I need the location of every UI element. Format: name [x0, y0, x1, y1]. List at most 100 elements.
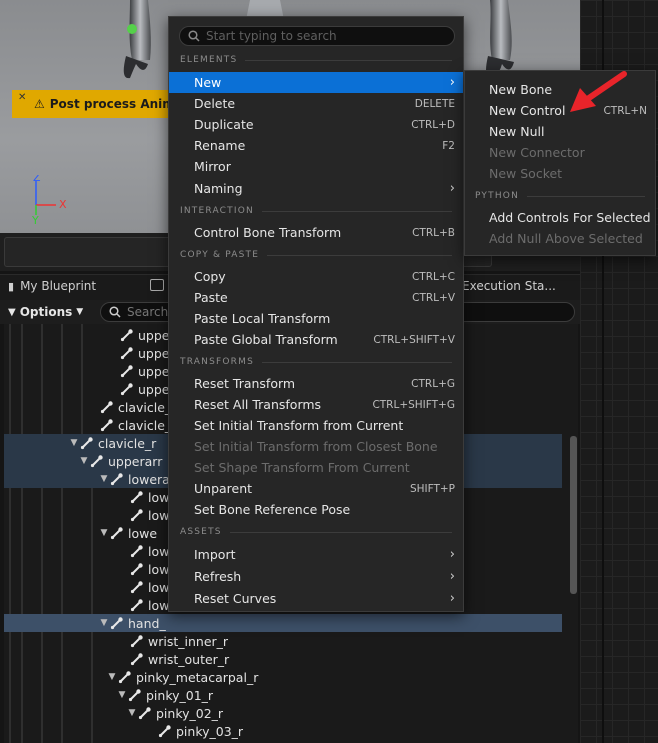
expand-arrow-icon[interactable]: ▼ — [106, 672, 118, 682]
expand-arrow-icon[interactable]: ▼ — [126, 708, 138, 718]
tab-my-blueprint[interactable]: ▮ My Blueprint — [8, 279, 96, 293]
menu-item-label: Duplicate — [194, 117, 254, 132]
expand-arrow-icon[interactable]: ▼ — [98, 618, 110, 628]
expand-arrow-icon[interactable]: ▼ — [78, 456, 90, 466]
menu-item-import[interactable]: Import › — [169, 544, 463, 565]
tree-row-label: low — [148, 597, 170, 613]
menu-item-naming[interactable]: Naming › — [169, 178, 463, 199]
menu-item-reset-transform[interactable]: Reset Transform CTRL+G — [169, 373, 463, 394]
menu-item-duplicate[interactable]: Duplicate CTRL+D — [169, 114, 463, 135]
menu-search-input[interactable]: Start typing to search — [179, 26, 455, 46]
menu-item-copy[interactable]: Copy CTRL+C — [169, 266, 463, 287]
menu-item-label: New Connector — [489, 145, 585, 160]
tree-row[interactable]: pinky_03_r — [4, 722, 562, 740]
options-button[interactable]: ▼ Options ▼ — [8, 303, 83, 321]
bone-icon — [130, 635, 143, 648]
menu-item-label: New Control — [489, 103, 566, 118]
menu-item-label: Copy — [194, 269, 226, 284]
filter-icon: ▼ — [8, 306, 16, 318]
shortcut-label: DELETE — [414, 97, 455, 110]
tree-row-label: low — [148, 561, 170, 577]
section-transforms: TRANSFORMS — [180, 357, 452, 367]
bone-icon — [130, 581, 143, 594]
bone-icon — [128, 689, 141, 702]
warning-text: Post process Anima — [49, 97, 183, 111]
menu-item-label: Add Null Above Selected — [489, 231, 643, 246]
tab-label: My Blueprint — [20, 279, 97, 293]
menu-item-label: New Socket — [489, 166, 563, 181]
menu-item-mirror[interactable]: Mirror — [169, 156, 463, 177]
menu-item-label: Add Controls For Selected — [489, 210, 651, 225]
bone-icon — [130, 653, 143, 666]
menu-item-paste-local-transform[interactable]: Paste Local Transform — [169, 308, 463, 329]
expand-arrow-icon[interactable]: ▼ — [68, 438, 80, 448]
close-icon[interactable]: ✕ — [18, 92, 26, 103]
axis-gizmo: Z X Y — [31, 175, 67, 225]
menu-item-label: New Bone — [489, 82, 553, 97]
shortcut-label: CTRL+B — [412, 226, 455, 239]
bone-icon — [130, 509, 143, 522]
folder-icon: ▮ — [8, 279, 15, 293]
menu-item-paste-global-transform[interactable]: Paste Global Transform CTRL+SHIFT+V — [169, 329, 463, 350]
shortcut-label: CTRL+C — [411, 270, 455, 283]
menu-item-reset-all-transforms[interactable]: Reset All Transforms CTRL+SHIFT+G — [169, 394, 463, 415]
bone-icon — [100, 401, 113, 414]
tree-row[interactable]: ▼ pinky_metacarpal_r — [4, 668, 562, 686]
menu-item-control-bone-transform[interactable]: Control Bone Transform CTRL+B — [169, 222, 463, 243]
bone-icon — [120, 383, 133, 396]
menu-item-label: Set Initial Transform from Closest Bone — [194, 439, 438, 454]
expand-arrow-icon[interactable]: ▼ — [98, 474, 110, 484]
menu-item-label: Rename — [194, 138, 246, 153]
tree-row[interactable]: ▼ pinky_01_r — [4, 686, 562, 704]
section-elements: ELEMENTS — [180, 55, 452, 65]
shortcut-label: CTRL+SHIFT+G — [372, 398, 455, 411]
submenu-item-new-socket: New Socket — [465, 163, 655, 184]
chevron-right-icon: › — [449, 181, 455, 196]
search-icon — [188, 30, 200, 42]
axis-x-label: X — [59, 198, 67, 211]
tree-row-label: wrist_outer_r — [148, 651, 230, 667]
menu-item-delete[interactable]: Delete DELETE — [169, 93, 463, 114]
menu-item-new[interactable]: New › — [169, 72, 463, 93]
bone-icon — [118, 671, 131, 684]
tree-row[interactable]: ▼ hand_ — [4, 614, 562, 632]
warning-icon: ⚠ — [34, 97, 45, 111]
menu-item-refresh[interactable]: Refresh › — [169, 566, 463, 587]
tree-row-label: pinky_02_r — [156, 705, 224, 721]
tab-graph-icon[interactable] — [150, 279, 164, 291]
section-interaction: INTERACTION — [180, 206, 452, 216]
bone-icon — [130, 545, 143, 558]
tree-row-label: uppe — [138, 345, 170, 361]
submenu-item-new-null[interactable]: New Null — [465, 121, 655, 142]
menu-item-label: Reset All Transforms — [194, 397, 322, 412]
shortcut-label: CTRL+V — [412, 291, 455, 304]
menu-item-set-initial-from-current[interactable]: Set Initial Transform from Current — [169, 415, 463, 436]
menu-item-reset-curves[interactable]: Reset Curves › — [169, 588, 463, 609]
expand-arrow-icon[interactable]: ▼ — [98, 528, 110, 538]
tree-row[interactable]: ▼ pinky_02_r — [4, 704, 562, 722]
tree-row[interactable]: wrist_inner_r — [4, 632, 562, 650]
tree-row[interactable]: wrist_outer_r — [4, 650, 562, 668]
tab-label: Execution Sta... — [462, 279, 556, 293]
bone-icon — [110, 527, 123, 540]
menu-item-paste[interactable]: Paste CTRL+V — [169, 287, 463, 308]
submenu-item-add-controls-for-selected[interactable]: Add Controls For Selected — [465, 207, 655, 228]
menu-item-label: Unparent — [194, 481, 253, 496]
menu-item-label: New Null — [489, 124, 545, 139]
tree-row-label: lowe — [128, 525, 158, 541]
tree-row-label: hand_ — [128, 615, 166, 631]
bone-icon — [80, 437, 93, 450]
chevron-right-icon: › — [449, 547, 455, 562]
bone-icon — [120, 365, 133, 378]
menu-item-rename[interactable]: Rename F2 — [169, 135, 463, 156]
expand-arrow-icon[interactable]: ▼ — [116, 690, 128, 700]
menu-item-label: New — [194, 75, 222, 90]
bone-icon — [90, 455, 103, 468]
tree-row-label: wrist_inner_r — [148, 633, 229, 649]
menu-item-unparent[interactable]: Unparent SHIFT+P — [169, 478, 463, 499]
menu-item-set-bone-reference-pose[interactable]: Set Bone Reference Pose — [169, 499, 463, 520]
tree-row-label: pinky_03_r — [176, 723, 244, 739]
tab-execution-stack[interactable]: Execution Sta... — [462, 279, 556, 293]
menu-item-label: Naming — [194, 181, 243, 196]
tree-scrollbar[interactable] — [570, 436, 577, 594]
